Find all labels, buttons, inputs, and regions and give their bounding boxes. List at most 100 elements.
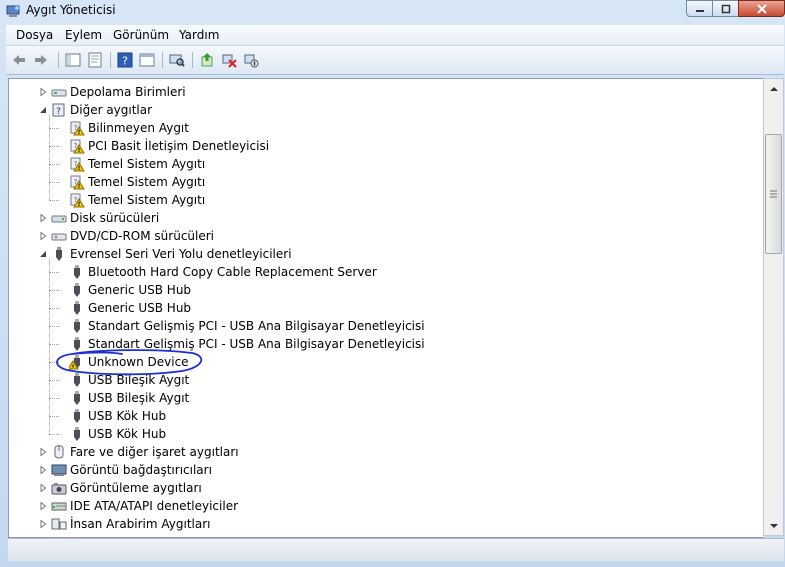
toolbar-separator <box>110 52 111 68</box>
tree-item-label: Temel Sistem Aygıtı <box>88 193 206 207</box>
collapsed-arrow-icon[interactable] <box>39 502 47 510</box>
tree-category[interactable]: Disk sürücüleri <box>9 209 764 227</box>
menu-eylem[interactable]: Eylem <box>65 28 102 42</box>
device-tree[interactable]: Depolama Birimleri? Diğer aygıtlar? Bilinm… <box>8 78 764 538</box>
tree-device[interactable]: USB Kök Hub <box>9 425 764 443</box>
toolbar: ? <box>6 46 784 75</box>
usb-plug-icon <box>69 408 85 424</box>
tree-category[interactable]: Depolama Birimleri <box>9 83 764 101</box>
tree-item-label: Fare ve diğer işaret aygıtları <box>70 445 239 459</box>
warning-device-icon: ? <box>69 192 85 208</box>
tree-guide-line <box>49 259 50 434</box>
tree-device[interactable]: Generic USB Hub <box>9 299 764 317</box>
minimize-button[interactable] <box>686 0 713 17</box>
help-icon: ? <box>117 52 133 68</box>
uninstall-icon <box>222 54 237 68</box>
tree-connector <box>49 398 59 399</box>
help-button[interactable]: ? <box>116 51 134 69</box>
menu-yardim[interactable]: Yardım <box>179 28 219 42</box>
tree-category[interactable]: IDE ATA/ATAPI denetleyiciler <box>9 497 764 515</box>
tree-item-label: İnsan Arabirim Aygıtları <box>70 517 211 531</box>
collapsed-arrow-icon[interactable] <box>39 232 47 240</box>
display-adapter-icon <box>51 462 67 478</box>
scroll-up-button[interactable] <box>765 80 783 97</box>
menu-gorunum[interactable]: Görünüm <box>113 28 169 42</box>
tree-device[interactable]: ? Bilinmeyen Aygıt <box>9 119 764 137</box>
collapsed-arrow-icon[interactable] <box>39 484 47 492</box>
expanded-arrow-icon[interactable] <box>39 106 47 114</box>
tree-item-label: DVD/CD-ROM sürücüleri <box>70 229 215 243</box>
tree-item-label: Diğer aygıtlar <box>70 103 153 117</box>
tree-item-label: USB Bileşik Aygıt <box>88 373 190 387</box>
tree-connector <box>49 362 59 363</box>
tree-category[interactable]: İnsan Arabirim Aygıtları <box>9 515 764 533</box>
tree-item-label: USB Bileşik Aygıt <box>88 391 190 405</box>
warning-device-icon: ? <box>69 174 85 190</box>
tree-item-label: USB Kök Hub <box>88 409 167 423</box>
close-button[interactable] <box>738 0 785 17</box>
properties-icon <box>88 52 102 68</box>
tree-category[interactable]: Fare ve diğer işaret aygıtları <box>9 443 764 461</box>
view-tree-icon <box>65 53 81 67</box>
tree-device[interactable]: Bluetooth Hard Copy Cable Replacement Se… <box>9 263 764 281</box>
tree-device[interactable]: USB Kök Hub <box>9 407 764 425</box>
usb-plug-icon <box>69 390 85 406</box>
tree-category[interactable]: DVD/CD-ROM sürücüleri <box>9 227 764 245</box>
tree-device[interactable]: USB Bileşik Aygıt <box>9 371 764 389</box>
tree-category[interactable]: Görüntü bağdaştırıcıları <box>9 461 764 479</box>
collapsed-arrow-icon[interactable] <box>39 448 47 456</box>
vertical-scrollbar[interactable] <box>763 78 784 536</box>
tree-device[interactable]: ? Temel Sistem Aygıtı <box>9 191 764 209</box>
tree-item-label: Depolama Birimleri <box>70 85 186 99</box>
tree-device[interactable]: Standart Gelişmiş PCI - USB Ana Bilgisay… <box>9 335 764 353</box>
disable-button[interactable] <box>242 51 260 69</box>
grip-icon <box>770 190 777 198</box>
forward-button[interactable] <box>32 51 50 69</box>
tree-item-label: Standart Gelişmiş PCI - USB Ana Bilgisay… <box>88 337 425 351</box>
collapsed-arrow-icon[interactable] <box>39 214 47 222</box>
tree-connector <box>49 146 59 147</box>
minimize-icon <box>695 9 704 12</box>
collapsed-arrow-icon[interactable] <box>39 466 47 474</box>
scrollbar-thumb[interactable] <box>765 134 782 254</box>
other-devices-icon: ? <box>51 102 67 118</box>
tree-item-label: Temel Sistem Aygıtı <box>88 157 206 171</box>
back-button[interactable] <box>10 51 28 69</box>
show-hide-tree-button[interactable] <box>64 51 82 69</box>
collapsed-arrow-icon[interactable] <box>39 520 47 528</box>
tree-item-label: Bluetooth Hard Copy Cable Replacement Se… <box>88 265 377 279</box>
maximize-button[interactable] <box>712 0 739 17</box>
view-list-button[interactable] <box>138 51 156 69</box>
disk-icon <box>51 210 67 226</box>
tree-device[interactable]: ? PCI Basit İletişim Denetleyicisi <box>9 137 764 155</box>
tree-connector <box>49 128 59 129</box>
tree-device[interactable]: ? Temel Sistem Aygıtı <box>9 155 764 173</box>
update-driver-button[interactable] <box>198 51 216 69</box>
tree-category[interactable]: Görüntüleme aygıtları <box>9 479 764 497</box>
dvd-icon <box>51 228 67 244</box>
scan-icon <box>169 54 185 67</box>
tree-device[interactable]: Generic USB Hub <box>9 281 764 299</box>
tree-item-label: Disk sürücüleri <box>70 211 160 225</box>
uninstall-button[interactable] <box>220 51 238 69</box>
properties-button[interactable] <box>86 51 104 69</box>
tree-item-label: USB Kök Hub <box>88 427 167 441</box>
menu-dosya[interactable]: Dosya <box>16 28 53 42</box>
imaging-icon <box>51 480 67 496</box>
collapsed-arrow-icon[interactable] <box>39 88 47 96</box>
device-manager-window: Aygıt Yöneticisi Dosya Eylem Görünüm Yar… <box>0 0 785 567</box>
tree-item-label: PCI Basit İletişim Denetleyicisi <box>88 139 270 153</box>
tree-category[interactable]: ? Diğer aygıtlar <box>9 101 764 119</box>
tree-device[interactable]: USB Bileşik Aygıt <box>9 389 764 407</box>
scroll-down-button[interactable] <box>765 517 783 534</box>
tree-device[interactable]: ? Temel Sistem Aygıtı <box>9 173 764 191</box>
mouse-icon <box>51 444 67 460</box>
expanded-arrow-icon[interactable] <box>39 250 47 258</box>
tree-category[interactable]: Evrensel Seri Veri Yolu denetleyicileri <box>9 245 764 263</box>
back-icon <box>13 55 25 65</box>
tree-device[interactable]: Unknown Device <box>9 353 764 371</box>
disable-icon <box>244 54 259 68</box>
scan-hardware-button[interactable] <box>168 51 186 69</box>
toolbar-separator <box>58 52 59 68</box>
tree-device[interactable]: Standart Gelişmiş PCI - USB Ana Bilgisay… <box>9 317 764 335</box>
